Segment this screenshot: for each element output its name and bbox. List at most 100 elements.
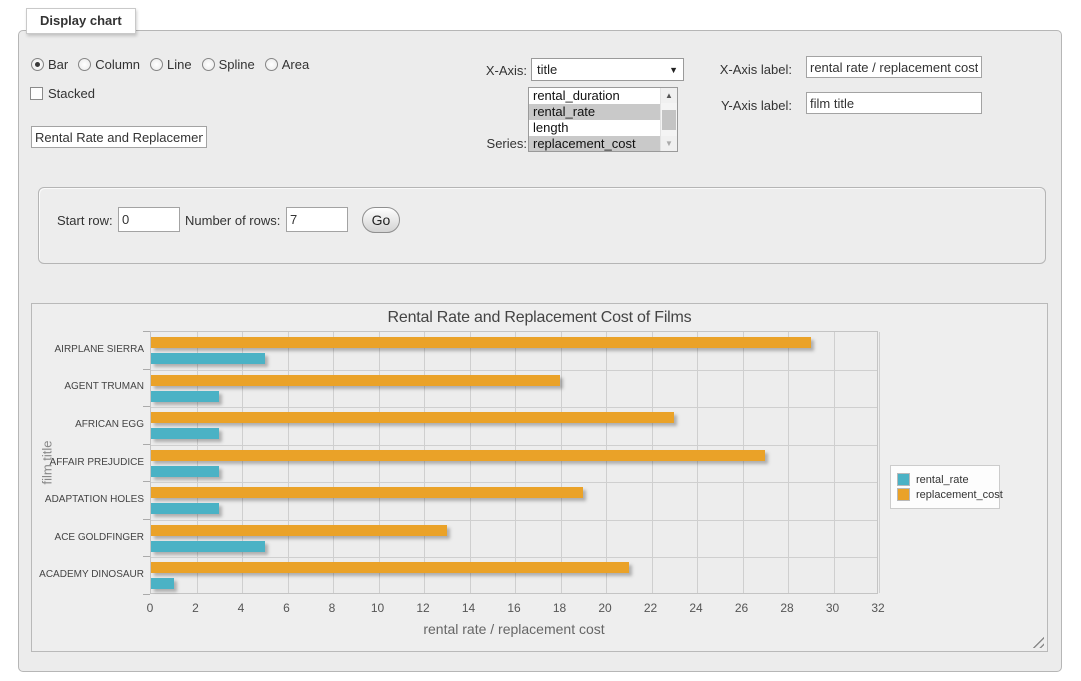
x-axis-select-label: X-Axis: (441, 63, 527, 78)
bar-replacement_cost (151, 450, 765, 461)
bar-rental_rate (151, 391, 219, 402)
gridline (515, 332, 516, 593)
stacked-checkbox[interactable] (30, 87, 43, 100)
chart-title-input[interactable] (31, 126, 207, 148)
gridline (288, 332, 289, 593)
legend-item-replacement_cost: replacement_cost (897, 488, 993, 501)
x-tick-label: 18 (545, 601, 575, 615)
gridline (652, 332, 653, 593)
bar-rental_rate (151, 541, 265, 552)
gridline (151, 520, 877, 521)
chart-type-option-bar[interactable]: Bar (31, 57, 68, 72)
radio-label-column: Column (95, 57, 140, 72)
chart-type-option-column[interactable]: Column (78, 57, 140, 72)
scroll-up-icon[interactable]: ▲ (661, 88, 677, 103)
series-option-length[interactable]: length (529, 120, 660, 136)
category-label: ACADEMY DINOSAUR (38, 569, 144, 581)
x-axis-title: rental rate / replacement cost (150, 621, 878, 637)
chart-type-option-spline[interactable]: Spline (202, 57, 255, 72)
bar-rental_rate (151, 503, 219, 514)
legend-label: rental_rate (916, 474, 969, 486)
row-controls-panel: Start row: Number of rows: Go (38, 187, 1046, 264)
y-tick (143, 519, 150, 520)
series-scrollbar[interactable]: ▲ ▼ (660, 88, 677, 151)
bar-replacement_cost (151, 487, 583, 498)
radio-spline[interactable] (202, 58, 215, 71)
series-option-rental_rate[interactable]: rental_rate (529, 104, 660, 120)
scrollbar-thumb[interactable] (662, 110, 676, 130)
gridline (834, 332, 835, 593)
y-tick (143, 556, 150, 557)
chart-legend: rental_rate replacement_cost (890, 465, 1000, 509)
start-row-input[interactable] (118, 207, 180, 232)
bar-replacement_cost (151, 375, 560, 386)
legend-swatch (897, 473, 910, 486)
gridline (788, 332, 789, 593)
category-label: AFFAIR PREJUDICE (38, 457, 144, 469)
number-of-rows-label: Number of rows: (185, 213, 280, 228)
category-label: AFRICAN EGG (38, 419, 144, 431)
y-tick (143, 594, 150, 595)
legend-item-rental_rate: rental_rate (897, 473, 993, 486)
series-listbox[interactable]: rental_durationrental_ratelengthreplacem… (528, 87, 678, 152)
bar-replacement_cost (151, 412, 674, 423)
page: Display chart Bar Column Line Spline Area St… (0, 0, 1081, 681)
panel-title: Display chart (26, 8, 136, 34)
chart-type-option-line[interactable]: Line (150, 57, 192, 72)
y-tick (143, 406, 150, 407)
category-label: ADAPTATION HOLES (38, 494, 144, 506)
x-tick-label: 24 (681, 601, 711, 615)
x-tick-label: 28 (772, 601, 802, 615)
x-tick-label: 10 (363, 601, 393, 615)
y-axis-label-input[interactable] (806, 92, 982, 114)
gridline (424, 332, 425, 593)
gridline (151, 557, 877, 558)
chevron-down-icon: ▼ (669, 65, 678, 75)
x-tick-label: 26 (727, 601, 757, 615)
gridline (879, 332, 880, 593)
gridline (197, 332, 198, 593)
number-of-rows-input[interactable] (286, 207, 348, 232)
stacked-label: Stacked (48, 86, 95, 101)
stacked-option[interactable]: Stacked (30, 86, 95, 101)
x-tick-label: 0 (135, 601, 165, 615)
series-option-rental_duration[interactable]: rental_duration (529, 88, 660, 104)
radio-bar[interactable] (31, 58, 44, 71)
x-tick-label: 32 (863, 601, 893, 615)
x-tick-label: 12 (408, 601, 438, 615)
scroll-down-icon[interactable]: ▼ (661, 136, 677, 151)
bar-rental_rate (151, 353, 265, 364)
y-tick (143, 331, 150, 332)
y-tick (143, 481, 150, 482)
chart-type-radios: Bar Column Line Spline Area (31, 57, 319, 72)
radio-line[interactable] (150, 58, 163, 71)
series-option-replacement_cost[interactable]: replacement_cost (529, 136, 660, 152)
chart-type-option-area[interactable]: Area (265, 57, 309, 72)
x-axis-label-input[interactable] (806, 56, 982, 78)
plot-area (150, 331, 878, 594)
y-tick (143, 444, 150, 445)
gridline (151, 482, 877, 483)
gridline (242, 332, 243, 593)
x-tick-label: 4 (226, 601, 256, 615)
resize-handle-icon[interactable] (1032, 636, 1044, 648)
x-axis-select[interactable]: title ▼ (531, 58, 684, 81)
display-chart-panel: Display chart BarColumnLineSplineArea St… (18, 30, 1062, 672)
go-button[interactable]: Go (362, 207, 400, 233)
gridline (606, 332, 607, 593)
gridline (151, 445, 877, 446)
y-tick (143, 369, 150, 370)
legend-swatch (897, 488, 910, 501)
x-tick-label: 20 (590, 601, 620, 615)
radio-label-spline: Spline (219, 57, 255, 72)
y-axis-label-label: Y-Axis label: (706, 98, 792, 113)
gridline (333, 332, 334, 593)
gridline (470, 332, 471, 593)
category-label: AGENT TRUMAN (38, 381, 144, 393)
x-tick-label: 22 (636, 601, 666, 615)
bar-rental_rate (151, 578, 174, 589)
radio-area[interactable] (265, 58, 278, 71)
bar-replacement_cost (151, 337, 811, 348)
radio-column[interactable] (78, 58, 91, 71)
gridline (697, 332, 698, 593)
